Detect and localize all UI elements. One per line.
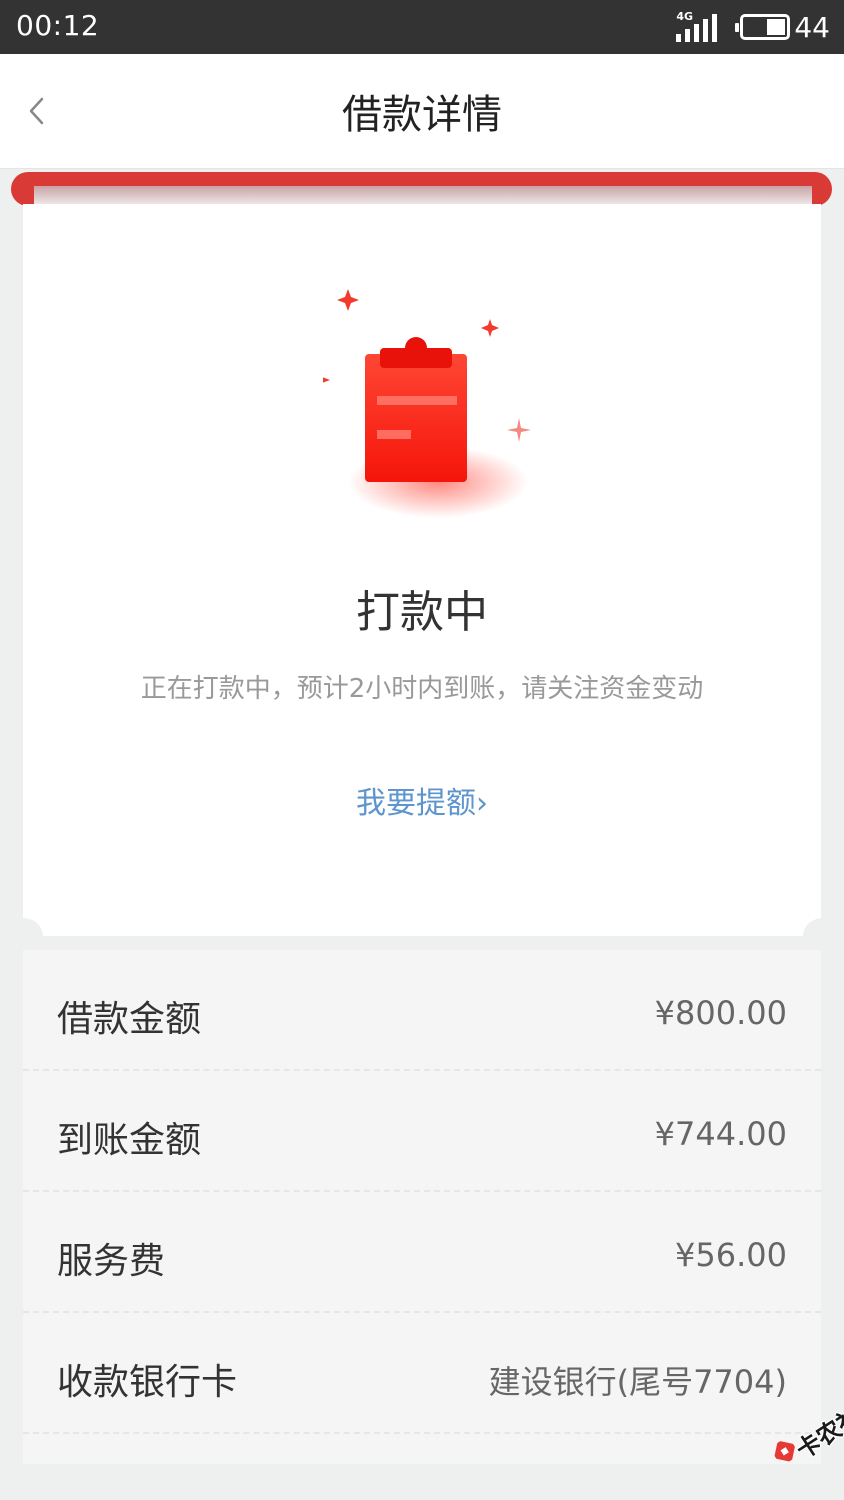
loan-detail-list: 借款金额 ¥800.00 到账金额 ¥744.00 服务费 ¥56.00 收款银… [23, 950, 821, 1464]
signal-icon: 4G [676, 10, 722, 42]
battery-level: 44 [794, 10, 830, 44]
detail-value: ¥800.00 [654, 994, 787, 1032]
detail-label: 借款金额 [57, 999, 202, 1040]
raise-limit-label: 我要提额 [356, 786, 476, 821]
detail-value: ¥56.00 [675, 1236, 787, 1274]
status-time: 00:12 [16, 9, 100, 42]
status-title: 打款中 [356, 587, 488, 638]
status-description: 正在打款中，预计2小时内到账，请关注资金变动 [140, 674, 704, 704]
detail-label: 到账金额 [57, 1120, 202, 1161]
detail-row-bank-card: 收款银行卡 建设银行(尾号7704) [23, 1313, 821, 1434]
detail-row-partial [23, 1434, 821, 1464]
status-icons: 4G 44 [676, 8, 830, 46]
page-title: 借款详情 [342, 92, 502, 138]
battery-fill [767, 19, 786, 35]
clipboard-illustration-icon [323, 289, 531, 518]
network-type: 4G [676, 10, 694, 23]
detail-row-loan-amount: 借款金额 ¥800.00 [23, 950, 821, 1071]
status-bar: 00:12 4G 44 [0, 0, 844, 54]
detail-value: ¥744.00 [654, 1115, 787, 1153]
card-notch-right [803, 918, 843, 954]
card-slot-shadow [34, 186, 812, 206]
card-notch-left [3, 918, 43, 954]
chevron-right-icon: › [476, 786, 488, 821]
detail-label: 收款银行卡 [57, 1362, 238, 1403]
detail-value: 建设银行(尾号7704) [488, 1363, 787, 1401]
detail-row-received-amount: 到账金额 ¥744.00 [23, 1071, 821, 1192]
app-header: 借款详情 [0, 54, 844, 169]
status-card: 打款中 正在打款中，预计2小时内到账，请关注资金变动 我要提额› [23, 204, 821, 936]
raise-limit-link[interactable]: 我要提额› [23, 778, 821, 822]
detail-row-service-fee: 服务费 ¥56.00 [23, 1192, 821, 1313]
battery-icon [735, 14, 791, 40]
detail-label: 服务费 [57, 1241, 166, 1282]
